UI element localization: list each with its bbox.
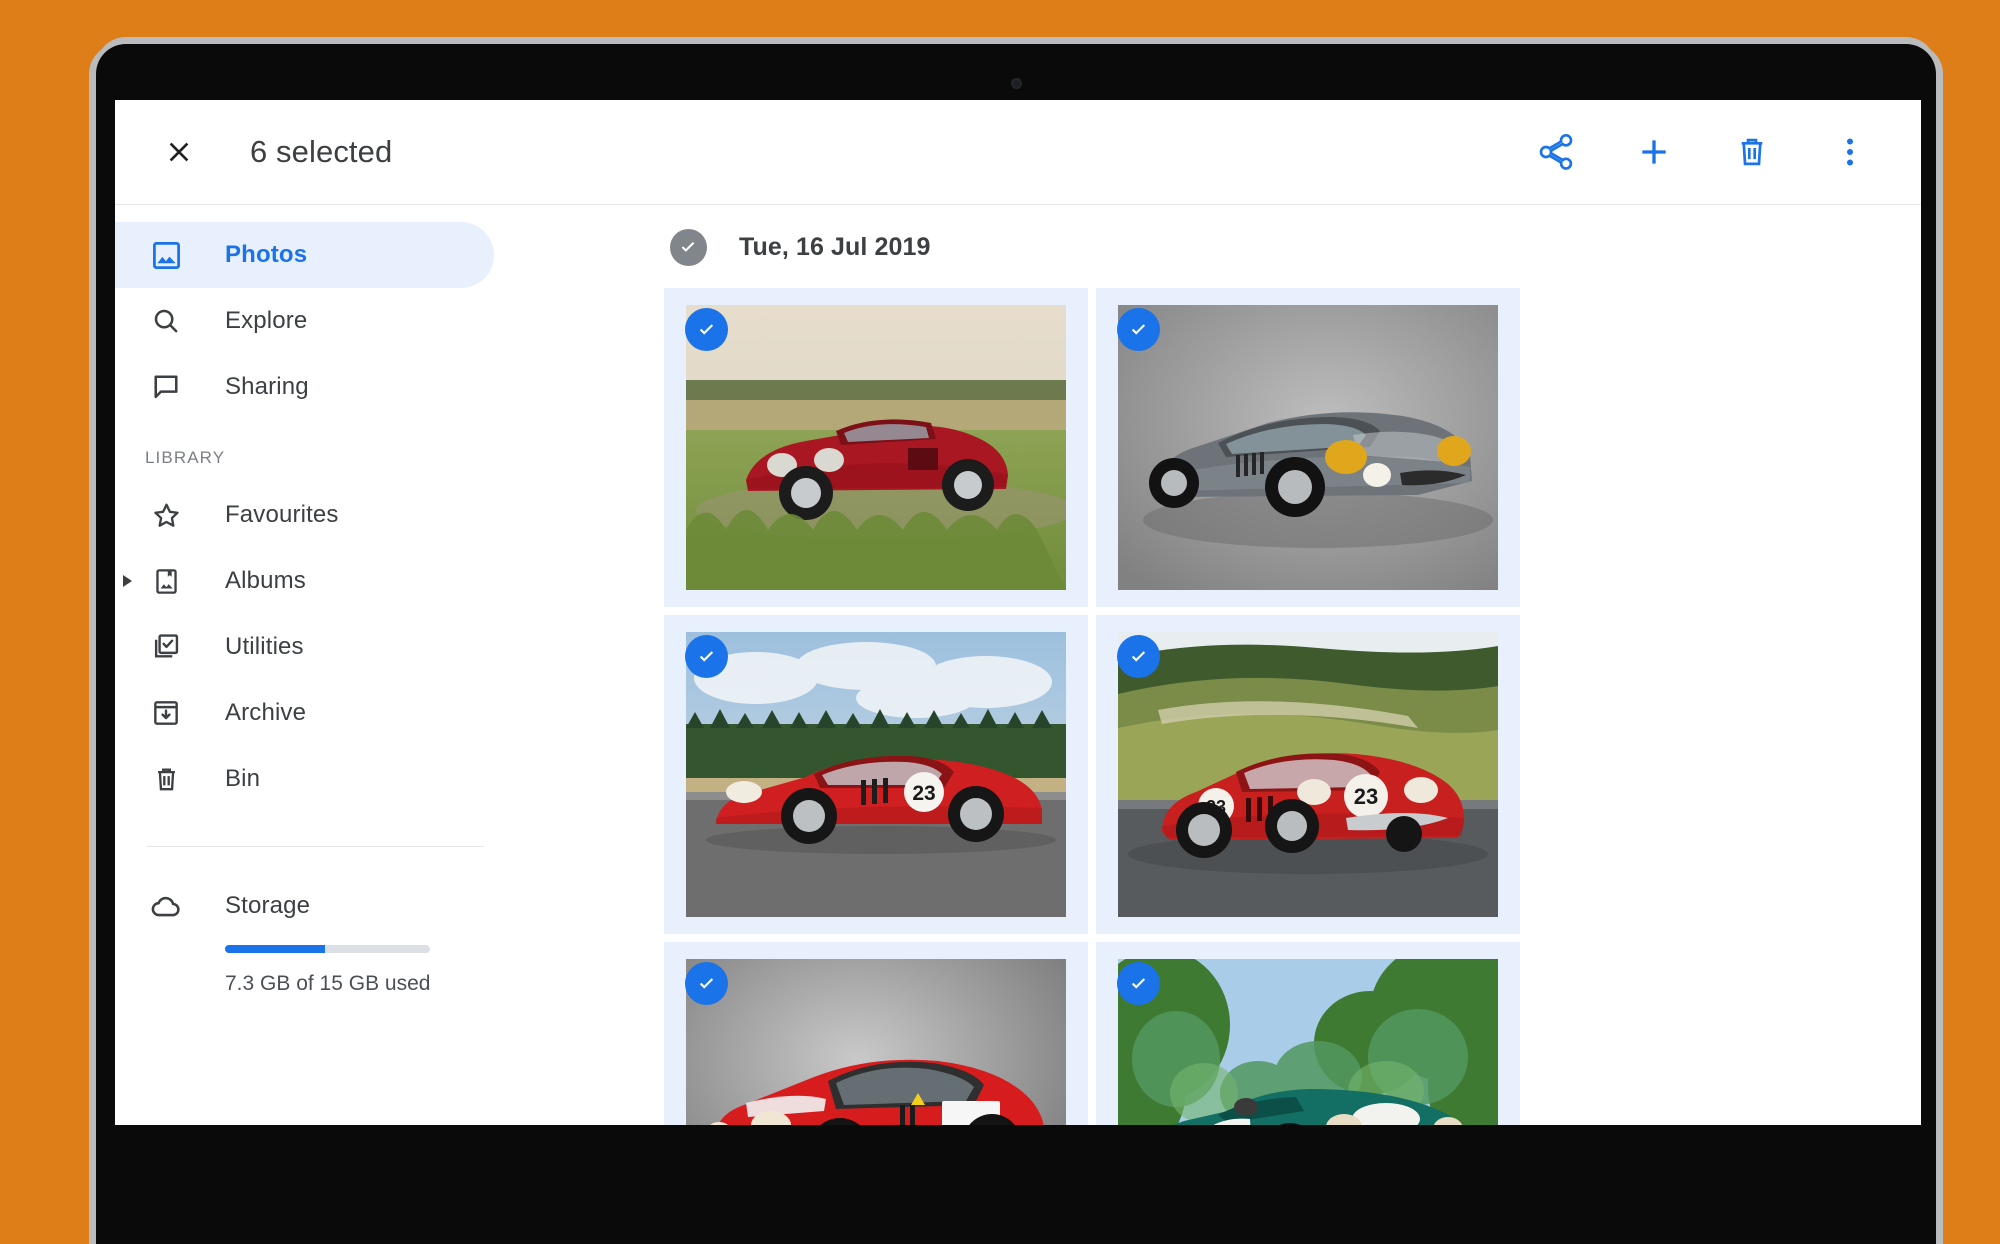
sidebar-item-photos[interactable]: Photos <box>115 222 494 288</box>
album-icon <box>147 566 185 597</box>
photo-image: 23 <box>686 632 1066 917</box>
top-app-bar: 6 selected <box>115 100 1921 205</box>
library-section-heading: LIBRARY <box>145 448 226 467</box>
photo-teal-roadster-trees[interactable] <box>1096 942 1520 1125</box>
photo-thumbnail <box>686 959 1066 1125</box>
photo-thumbnail: 23 <box>686 632 1066 917</box>
photo-red-convertible-field[interactable] <box>664 288 1088 607</box>
storage-label: Storage <box>225 892 311 919</box>
sidebar-item-favourites[interactable]: Favourites <box>115 482 494 548</box>
selection-count-label: 6 selected <box>250 134 393 169</box>
photo-selected-badge[interactable] <box>685 308 728 351</box>
sidebar-item-albums[interactable]: Albums <box>115 548 494 614</box>
photo-image <box>686 959 1066 1125</box>
sidebar-item-label: Bin <box>225 765 261 792</box>
star-icon <box>147 499 185 532</box>
add-button[interactable] <box>1627 125 1681 179</box>
storage-usage-text: 7.3 GB of 15 GB used <box>225 972 431 995</box>
photo-image: 23 23 <box>1118 632 1498 917</box>
photo-selected-badge[interactable] <box>1117 635 1160 678</box>
photo-selected-badge[interactable] <box>1117 308 1160 351</box>
photo-image <box>1118 305 1498 590</box>
sidebar-item-sharing[interactable]: Sharing <box>115 354 494 420</box>
plus-icon <box>1642 140 1666 164</box>
check-icon <box>1131 977 1145 989</box>
check-icon <box>1131 650 1145 662</box>
photo-red-gto-23-hillside[interactable]: 23 23 <box>1096 615 1520 934</box>
svg-text:23: 23 <box>1354 784 1378 809</box>
sidebar-item-bin[interactable]: Bin <box>115 746 494 812</box>
chat-bubble-icon <box>147 371 185 403</box>
trash-icon <box>1741 138 1763 166</box>
more-options-button[interactable] <box>1823 125 1877 179</box>
date-group-select-checkbox[interactable] <box>670 228 707 266</box>
photo-red-gto-23-track[interactable]: 23 <box>664 615 1088 934</box>
photo-selected-badge[interactable] <box>685 962 728 1005</box>
sidebar-item-label: Favourites <box>225 501 339 528</box>
share-button[interactable] <box>1529 125 1583 179</box>
sidebar-item-archive[interactable]: Archive <box>115 680 494 746</box>
check-icon <box>1131 323 1145 335</box>
app-screen: 6 selected Photos Explore Sharing LIBRAR… <box>115 100 1921 1125</box>
more-vertical-icon <box>1847 138 1853 166</box>
cloud-icon <box>147 889 185 923</box>
trash-icon <box>147 764 185 795</box>
sidebar-item-label: Sharing <box>225 373 309 400</box>
check-icon <box>681 241 695 252</box>
date-group-header: Tue, 16 Jul 2019 <box>512 206 1921 288</box>
photo-silver-coupe-studio[interactable] <box>1096 288 1520 607</box>
sidebar-item-label: Explore <box>225 307 308 334</box>
sidebar-item-explore[interactable]: Explore <box>115 288 494 354</box>
close-icon <box>169 142 189 162</box>
delete-button[interactable] <box>1725 125 1779 179</box>
chevron-right-icon[interactable] <box>123 575 132 587</box>
photo-thumbnail <box>686 305 1066 590</box>
photo-icon <box>147 239 185 272</box>
check-icon <box>699 977 713 989</box>
svg-text:23: 23 <box>912 782 935 805</box>
check-icon <box>699 323 713 335</box>
sidebar-item-label: Archive <box>225 699 307 726</box>
sidebar-item-label: Albums <box>225 567 306 594</box>
photo-image <box>686 305 1066 590</box>
search-icon <box>147 305 185 337</box>
photo-content-area: Tue, 16 Jul 2019 23 23 <box>512 206 1921 1125</box>
archive-icon <box>147 697 185 729</box>
photo-image <box>1118 959 1498 1125</box>
share-icon <box>1539 133 1573 170</box>
sidebar: Photos Explore Sharing LIBRARY Favourite… <box>115 206 512 1125</box>
sidebar-item-utilities[interactable]: Utilities <box>115 614 494 680</box>
photo-red-gto-studio[interactable] <box>664 942 1088 1125</box>
utilities-icon <box>147 631 185 663</box>
photo-thumbnail: 23 23 <box>1118 632 1498 917</box>
photo-thumbnail <box>1118 959 1498 1125</box>
photo-selected-badge[interactable] <box>1117 962 1160 1005</box>
topbar-actions <box>1529 125 1877 179</box>
photo-selected-badge[interactable] <box>685 635 728 678</box>
storage-progress-fill <box>225 945 326 953</box>
sidebar-item-label: Photos <box>225 241 308 268</box>
sidebar-item-label: Utilities <box>225 633 304 660</box>
close-selection-button[interactable] <box>150 123 208 181</box>
check-icon <box>699 650 713 662</box>
camera-icon <box>1011 78 1022 89</box>
storage-progress-bar <box>225 945 430 953</box>
storage-section[interactable]: Storage 7.3 GB of 15 GB used <box>115 889 512 996</box>
storage-row: Storage <box>115 889 512 923</box>
sidebar-divider <box>147 846 484 847</box>
photo-grid: 23 23 <box>512 288 1921 1125</box>
date-group-label: Tue, 16 Jul 2019 <box>739 232 931 261</box>
photo-thumbnail <box>1118 305 1498 590</box>
